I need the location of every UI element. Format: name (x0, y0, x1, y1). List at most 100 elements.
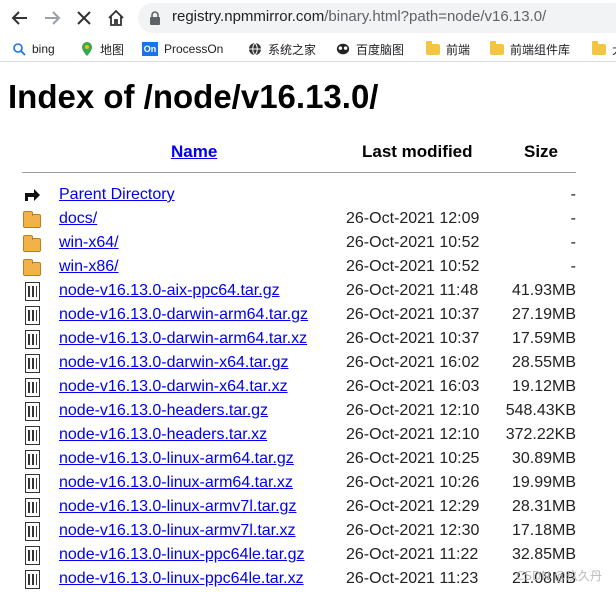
modified-date: 26-Oct-2021 10:37 (346, 306, 480, 323)
bookmark-folder-qianduan[interactable]: 前端 (426, 40, 470, 58)
url-text[interactable]: registry.npmmirror.com/binary.html?path=… (172, 8, 546, 25)
bookmark-bing[interactable]: bing (12, 40, 55, 58)
file-link[interactable]: node-v16.13.0-linux-armv7l.tar.gz (59, 498, 296, 516)
table-header: Name Last modified Size (0, 142, 616, 164)
binary-file-icon (22, 281, 42, 301)
bookmark-label: bing (32, 42, 55, 56)
binary-file-icon (22, 449, 42, 469)
page-content: Index of /node/v16.13.0/ Name Last modif… (0, 62, 616, 592)
bookmark-label: 前端 (446, 42, 471, 57)
file-size: 30.89MB (511, 450, 576, 467)
file-link[interactable]: node-v16.13.0-headers.tar.xz (59, 426, 267, 444)
file-size: 27.19MB (511, 306, 576, 323)
modified-date: 26-Oct-2021 10:52 (346, 258, 480, 275)
file-size: - (570, 234, 576, 251)
modified-date: 26-Oct-2021 16:02 (346, 354, 480, 371)
folder-icon (22, 209, 42, 229)
search-icon (12, 42, 26, 56)
name-column-header[interactable]: Name (171, 142, 217, 162)
folder-icon (22, 233, 42, 253)
folder-icon (490, 40, 504, 56)
file-size: - (570, 186, 576, 203)
bookmark-label: 地图 (100, 42, 125, 57)
file-size: 28.31MB (511, 498, 576, 515)
file-link[interactable]: node-v16.13.0-linux-arm64.tar.gz (59, 450, 294, 468)
url-host: registry.npmmirror.com (172, 8, 325, 25)
folder-icon (426, 40, 440, 56)
bookmark-label: 百度脑图 (356, 42, 405, 57)
modified-date: 26-Oct-2021 12:10 (346, 426, 480, 443)
back-arrow-icon[interactable] (6, 4, 34, 32)
file-link[interactable]: node-v16.13.0-linux-ppc64le.tar.gz (59, 546, 305, 564)
bookmark-folder-components[interactable]: 前端组件库 (490, 40, 570, 58)
file-link[interactable]: win-x86/ (59, 258, 119, 276)
table-row: node-v16.13.0-linux-armv7l.tar.gz 26-Oct-… (0, 495, 616, 519)
brain-map-icon (336, 42, 350, 56)
lock-icon[interactable] (148, 10, 162, 26)
file-size: 17.18MB (511, 522, 576, 539)
modified-date: 26-Oct-2021 11:23 (346, 570, 479, 587)
bookmark-label: 系统之家 (268, 42, 317, 57)
url-path: /binary.html?path=node/v16.13.0/ (324, 8, 547, 25)
file-link[interactable]: node-v16.13.0-linux-arm64.tar.xz (59, 474, 293, 492)
page-title: Index of /node/v16.13.0/ (8, 78, 379, 115)
table-row: node-v16.13.0-darwin-arm64.tar.gz 26-Oct-… (0, 303, 616, 327)
modified-date: 26-Oct-2021 11:48 (346, 282, 479, 299)
browser-toolbar: registry.npmmirror.com/binary.html?path=… (0, 0, 616, 36)
file-link[interactable]: node-v16.13.0-headers.tar.gz (59, 402, 268, 420)
table-row: docs/26-Oct-2021 12:09 - (0, 207, 616, 231)
bookmark-label: 大 (612, 41, 616, 58)
file-link[interactable]: win-x64/ (59, 234, 119, 252)
bookmark-map[interactable]: 地图 (80, 40, 124, 58)
folder-icon (22, 257, 42, 277)
binary-file-icon (22, 545, 42, 565)
file-size: 28.55MB (511, 354, 576, 371)
bookmark-baidu-naotu[interactable]: 百度脑图 (336, 40, 404, 58)
forward-arrow-icon[interactable] (38, 4, 66, 32)
file-size: 17.59MB (511, 330, 576, 347)
modified-date: 26-Oct-2021 10:37 (346, 330, 480, 347)
table-row: node-v16.13.0-aix-ppc64.tar.gz 26-Oct-202… (0, 279, 616, 303)
table-row: node-v16.13.0-darwin-x64.tar.xz 26-Oct-20… (0, 375, 616, 399)
file-link[interactable]: node-v16.13.0-darwin-x64.tar.xz (59, 378, 288, 396)
table-row: Parent Directory - (0, 183, 616, 207)
table-row: win-x86/26-Oct-2021 10:52 - (0, 255, 616, 279)
map-pin-icon (80, 42, 94, 56)
binary-file-icon (22, 401, 42, 421)
binary-file-icon (22, 497, 42, 517)
file-link[interactable]: docs/ (59, 210, 97, 228)
file-size: - (570, 210, 576, 227)
header-divider (22, 172, 576, 173)
binary-file-icon (22, 473, 42, 493)
table-row: node-v16.13.0-linux-ppc64le.tar.gz 26-Oct… (0, 543, 616, 567)
bookmark-processon[interactable]: On ProcessOn (142, 40, 223, 58)
modified-date: 26-Oct-2021 12:30 (346, 522, 480, 539)
file-link[interactable]: node-v16.13.0-linux-armv7l.tar.xz (59, 522, 296, 540)
file-link[interactable]: node-v16.13.0-darwin-arm64.tar.xz (59, 330, 307, 348)
table-row: node-v16.13.0-darwin-arm64.tar.xz 26-Oct-… (0, 327, 616, 351)
file-link[interactable]: node-v16.13.0-darwin-arm64.tar.gz (59, 306, 308, 324)
stop-loading-icon[interactable] (70, 4, 98, 32)
bookmark-xitongzhijia[interactable]: 系统之家 (248, 40, 316, 58)
address-bar[interactable]: registry.npmmirror.com/binary.html?path=… (138, 3, 616, 33)
file-size: 372.22KB (505, 426, 576, 443)
file-link[interactable]: node-v16.13.0-aix-ppc64.tar.gz (59, 282, 280, 300)
home-icon[interactable] (102, 4, 130, 32)
modified-date: 26-Oct-2021 10:52 (346, 234, 480, 251)
table-row: node-v16.13.0-linux-armv7l.tar.xz 26-Oct-… (0, 519, 616, 543)
folder-icon (592, 40, 606, 56)
binary-file-icon (22, 425, 42, 445)
table-row: node-v16.13.0-headers.tar.xz 26-Oct-2021 … (0, 423, 616, 447)
binary-file-icon (22, 521, 42, 541)
processon-logo-icon: On (142, 42, 158, 56)
binary-file-icon (22, 377, 42, 397)
file-link[interactable]: node-v16.13.0-linux-ppc64le.tar.xz (59, 570, 304, 588)
file-link[interactable]: node-v16.13.0-darwin-x64.tar.gz (59, 354, 288, 372)
file-size: - (570, 258, 576, 275)
file-link[interactable]: Parent Directory (59, 186, 175, 204)
modified-date: 26-Oct-2021 12:09 (346, 210, 480, 227)
modified-date: 26-Oct-2021 16:03 (346, 378, 480, 395)
bookmark-folder-truncated[interactable]: 大 (592, 40, 616, 58)
binary-file-icon (22, 329, 42, 349)
watermark: CSDN @玖久丹 (515, 569, 602, 583)
